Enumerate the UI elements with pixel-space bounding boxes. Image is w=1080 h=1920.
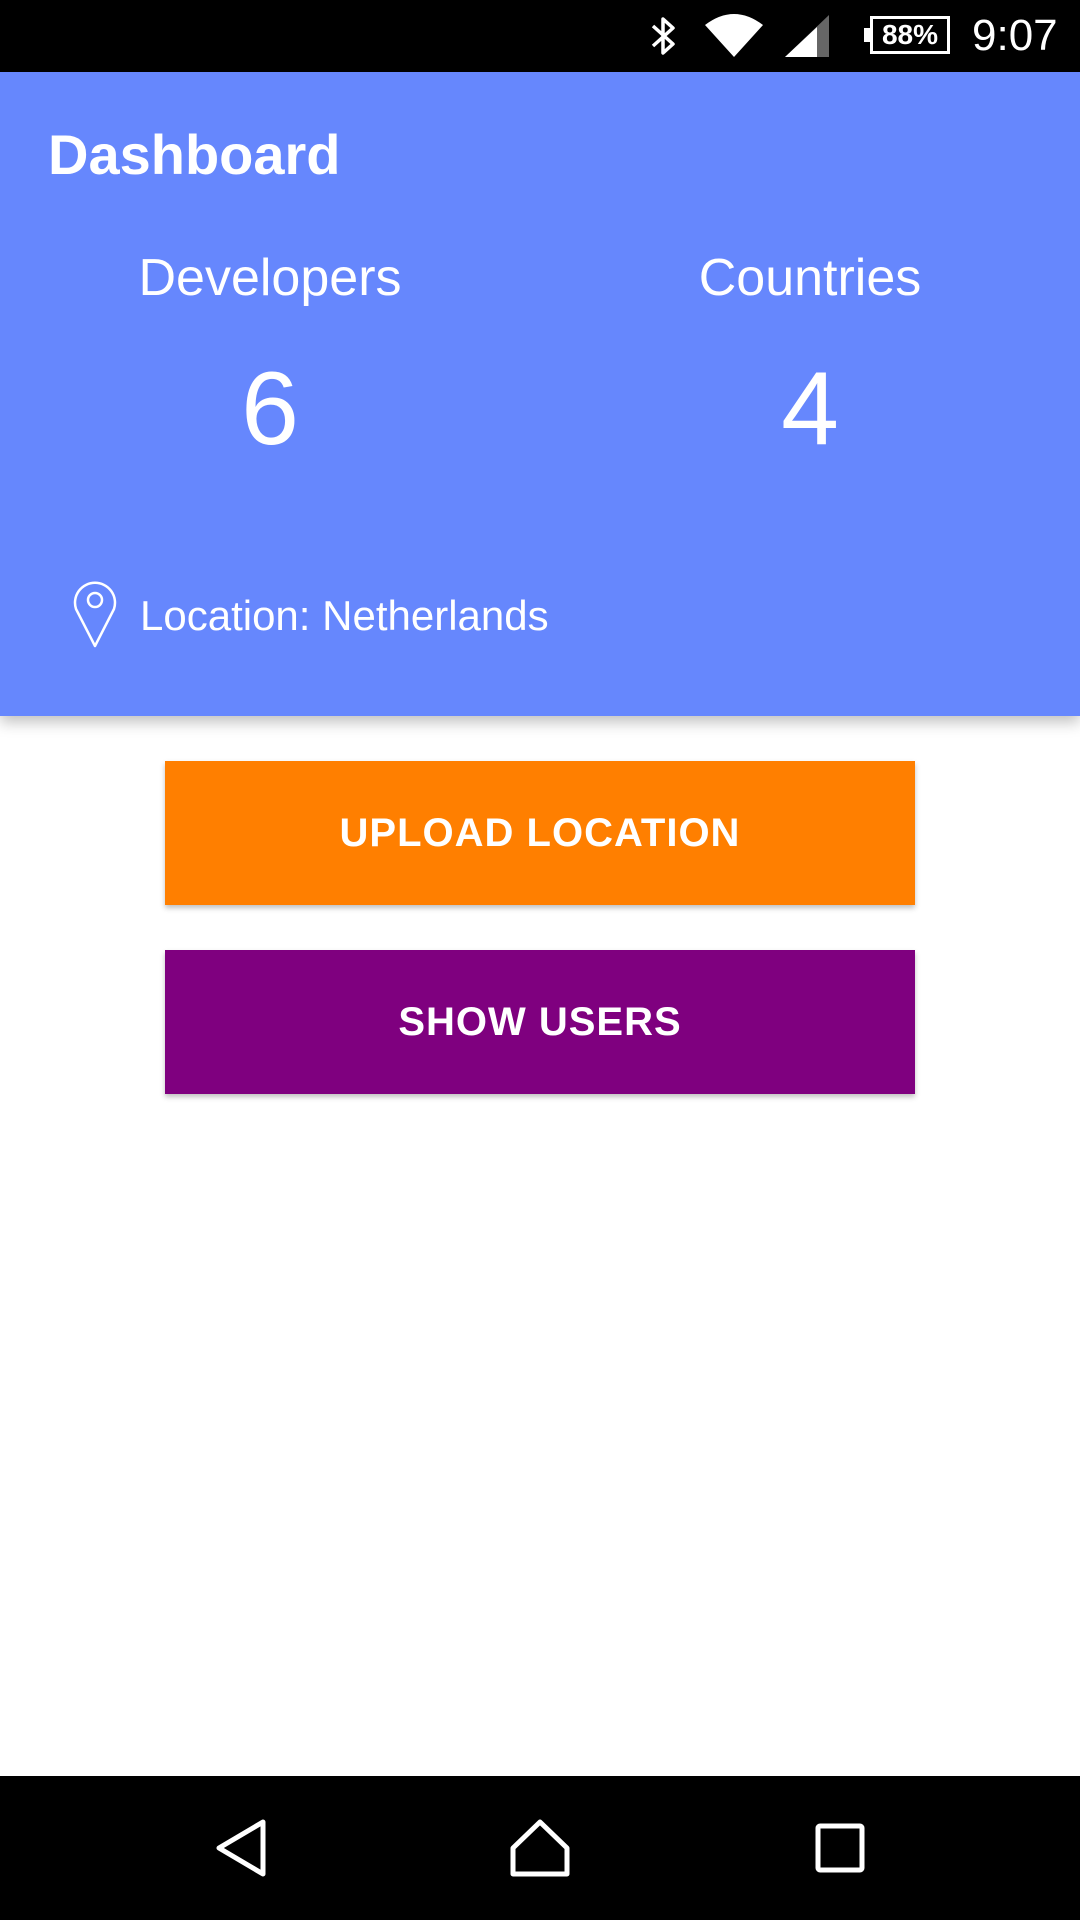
developers-count: 6 [241,351,299,467]
page-title: Dashboard [48,123,341,186]
upload-location-label: UPLOAD LOCATION [339,810,741,855]
status-bar: 88% 9:07 [0,0,1080,72]
cell-signal-icon [782,0,832,72]
show-users-button[interactable]: SHOW USERS [165,950,915,1094]
dashboard-screen: 88% 9:07 Dashboard Developers 6 Countrie… [0,0,1080,1920]
navigation-bar [0,1776,1080,1920]
wifi-icon [702,0,766,72]
countries-label: Countries [698,249,922,307]
recents-icon[interactable] [790,1798,890,1898]
countries-count: 4 [781,351,839,467]
back-icon[interactable] [191,1798,291,1898]
clock: 9:07 [972,11,1058,60]
battery-percent: 88% [881,19,939,50]
battery-indicator: 88% [870,16,950,54]
developers-label: Developers [138,249,402,307]
location-row: Location: Netherlands [72,580,549,652]
home-icon[interactable] [490,1798,590,1898]
location-pin-icon [72,579,118,654]
dashboard-header: Dashboard Developers 6 Countries 4 Locat… [0,72,1080,716]
show-users-label: SHOW USERS [398,999,682,1044]
location-label: Location: Netherlands [140,592,549,639]
bluetooth-icon [644,0,684,72]
upload-location-button[interactable]: UPLOAD LOCATION [165,761,915,905]
